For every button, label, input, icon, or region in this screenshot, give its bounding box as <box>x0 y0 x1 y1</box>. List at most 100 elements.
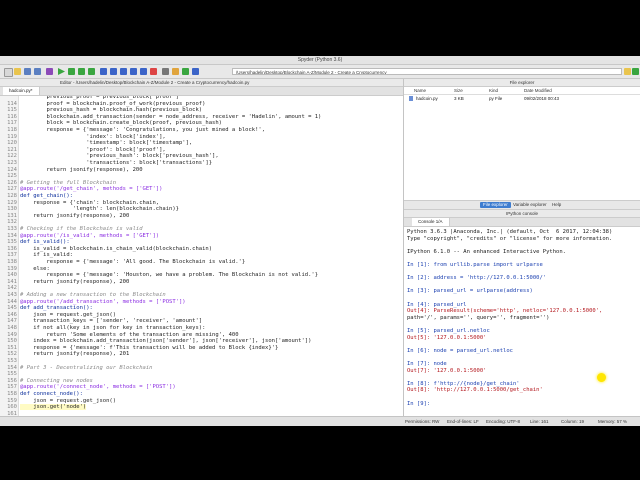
status-encoding: Encoding: UTF-8 <box>486 419 521 424</box>
tab-help[interactable]: Help <box>549 202 564 208</box>
save-all-icon[interactable] <box>34 68 41 75</box>
editor-header: Editor - /Users/hadelin/Desktop/Blockcha… <box>0 79 403 87</box>
editor-header-label: Editor - /Users/hadelin/Desktop/Blockcha… <box>60 80 250 85</box>
line-number: 157 <box>7 384 17 391</box>
maximize-pane-icon[interactable] <box>162 68 169 75</box>
code-line: is_valid = blockchain.is_chain_valid(blo… <box>20 245 213 252</box>
line-number: 122 <box>7 153 17 160</box>
run-cell-icon[interactable] <box>68 68 75 75</box>
line-number: 125 <box>7 173 17 180</box>
pane-tabbar: File explorer Variable explorer Help <box>404 200 640 210</box>
line-number: 123 <box>7 160 17 166</box>
code-line: return jsonify(response), 200 <box>20 278 130 285</box>
file-row[interactable]: hadcoin.py 3 KB py File 09/02/2018 00:43 <box>404 95 640 102</box>
code-line: proof = blockchain.proof_of_work(previou… <box>20 100 206 107</box>
column-date-modified[interactable]: Date Modified <box>524 87 552 94</box>
line-number: 159 <box>7 397 17 404</box>
code-line: 'length': len(blockchain.chain)} <box>20 206 179 213</box>
code-line: # Adding a new transaction to the Blockc… <box>20 292 166 298</box>
code-line: response = {'message': 'All good. The Bl… <box>20 259 246 265</box>
window-title: Spyder (Python 3.6) <box>297 57 343 63</box>
line-number: 143 <box>7 292 17 298</box>
line-number: 114 <box>7 100 17 107</box>
line-number: 154 <box>7 364 17 371</box>
column-size[interactable]: Size <box>454 87 463 94</box>
stop-debug-icon[interactable] <box>150 68 157 75</box>
code-line: @app.route('/add_transaction', methods =… <box>20 298 186 305</box>
file-kind: py File <box>489 96 503 101</box>
status-column: Column: 19 <box>561 419 585 424</box>
line-number: 141 <box>7 278 17 285</box>
code-line: if not all(key in json for key in transa… <box>20 325 206 331</box>
code-line: def add_transaction(): <box>20 305 93 312</box>
code-line: else: <box>20 265 50 272</box>
console-text-line: IPython 6.1.0 -- An enhanced Interactive… <box>407 248 566 255</box>
column-kind[interactable]: Kind <box>489 87 498 94</box>
line-number: 155 <box>7 371 17 378</box>
console-input-line: In [4]: parsed_url <box>407 301 467 308</box>
step-into-icon[interactable] <box>120 68 127 75</box>
browse-folder-icon[interactable] <box>624 68 631 75</box>
code-line: return jsonify(response), 201 <box>20 351 130 358</box>
back-icon[interactable] <box>192 68 199 75</box>
tab-console-1[interactable]: Console 1/A <box>412 218 450 226</box>
find-icon[interactable] <box>46 68 53 75</box>
line-number: 140 <box>7 272 17 279</box>
line-number: 133 <box>7 226 17 232</box>
save-icon[interactable] <box>24 68 31 75</box>
line-number: 120 <box>7 140 17 147</box>
file-size: 3 KB <box>454 96 464 101</box>
main-toolbar: /Users/hadelin/Desktop/Blockchain A-Z/Mo… <box>0 65 640 79</box>
line-number: 160 <box>7 404 17 411</box>
console-output-line: Out[5]: '127.0.0.1:5000' <box>407 334 487 341</box>
code-line: return jsonify(response), 200 <box>20 212 130 219</box>
code-line: previous_proof = previous_block['proof'] <box>20 96 179 100</box>
tab-variable-explorer[interactable]: Variable explorer <box>510 202 550 208</box>
console-input-line: In [1]: from urllib.parse import urlpars… <box>407 262 543 268</box>
line-number: 138 <box>7 259 17 265</box>
run-icon[interactable] <box>58 68 65 75</box>
step-return-icon[interactable] <box>130 68 137 75</box>
code-line: response = {'message': f'This transactio… <box>20 344 279 351</box>
line-number: 116 <box>7 113 17 120</box>
working-directory-input[interactable]: /Users/hadelin/Desktop/Blockchain A-Z/Mo… <box>232 68 622 75</box>
new-file-icon[interactable] <box>4 68 13 77</box>
line-number: 130 <box>7 206 17 213</box>
go-up-icon[interactable] <box>632 68 639 75</box>
file-name: hadcoin.py <box>416 96 438 101</box>
right-pane: File explorer Name Size Kind Date Modifi… <box>404 79 640 416</box>
line-number: 121 <box>7 146 17 153</box>
step-icon[interactable] <box>110 68 117 75</box>
console-input-line: In [9]: <box>407 400 431 407</box>
file-explorer-header: File explorer <box>404 79 640 87</box>
debug-icon[interactable] <box>100 68 107 75</box>
run-selection-icon[interactable] <box>88 68 95 75</box>
tab-file-explorer[interactable]: File explorer <box>480 202 511 208</box>
line-number: 145 <box>7 305 17 312</box>
spyder-window: Spyder (Python 3.6) /Users/hadelin/Deskt… <box>0 56 640 426</box>
line-number: 137 <box>7 252 17 259</box>
tab-hadcoin[interactable]: hadcoin.py* <box>3 87 40 95</box>
line-number: 118 <box>7 127 17 133</box>
line-number: 150 <box>7 338 17 345</box>
preferences-icon[interactable] <box>172 68 179 75</box>
line-number: 119 <box>7 133 17 140</box>
run-cell-advance-icon[interactable] <box>78 68 85 75</box>
line-number: 148 <box>7 325 17 331</box>
open-file-icon[interactable] <box>14 68 21 75</box>
ipython-console[interactable]: Python 3.6.3 |Anaconda, Inc.| (default, … <box>404 227 640 416</box>
code-line: block = blockchain.create_block(proof, p… <box>20 120 222 127</box>
column-name[interactable]: Name <box>414 87 426 94</box>
console-output-line: Out[4]: ParseResult(scheme='http', netlo… <box>407 308 603 315</box>
line-number: 153 <box>7 358 17 364</box>
code-area[interactable]: previous_proof = previous_block['proof']… <box>0 96 403 416</box>
code-line: # Checking if the Blockchain is valid <box>20 226 143 232</box>
line-number: 144 <box>7 298 17 305</box>
code-line: # Connecting new nodes <box>20 377 93 384</box>
python-path-icon[interactable] <box>182 68 189 75</box>
editor-pane: Editor - /Users/hadelin/Desktop/Blockcha… <box>0 79 404 416</box>
code-line: return jsonify(response), 200 <box>20 166 143 173</box>
code-line: json.get('node') <box>20 404 87 411</box>
code-line: def get_chain(): <box>20 193 73 199</box>
continue-icon[interactable] <box>140 68 147 75</box>
